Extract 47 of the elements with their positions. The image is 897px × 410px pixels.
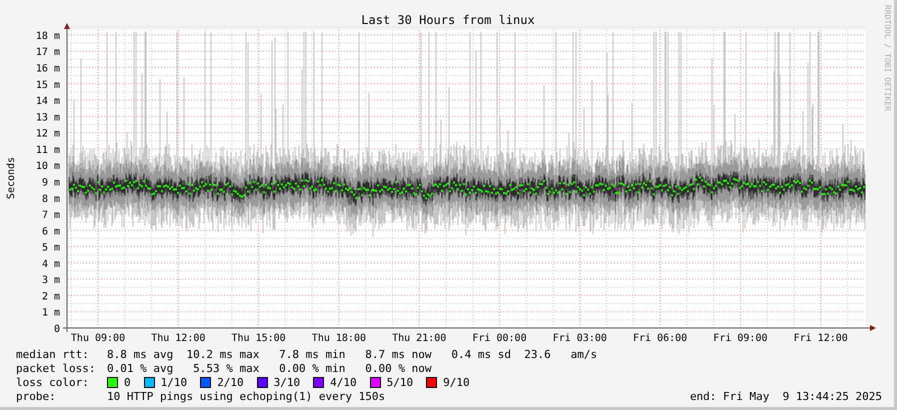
y-tick-label: 11 m (36, 144, 60, 156)
y-tick-label: 3 m (42, 275, 60, 286)
y-tick-label: 5 m (42, 242, 60, 254)
legend-label: probe: (16, 390, 57, 402)
x-tick-label: Fri 03:00 (552, 333, 607, 344)
y-tick-label: 8 m (42, 194, 60, 205)
legend-value: 0.01 % avg 5.53 % max 0.00 % min 0.00 % now (107, 362, 432, 374)
y-tick-label: 4 m (42, 258, 60, 270)
x-tick-label: Fri 12:00 (794, 333, 848, 344)
y-tick-label: 7 m (42, 210, 60, 222)
legend-label: packet loss: (16, 362, 96, 374)
x-tick-label: Thu 12:00 (151, 333, 206, 344)
loss-level-label: 4/10 (330, 376, 357, 388)
x-tick-label: Fri 00:00 (472, 333, 527, 344)
y-tick-label: 6 m (42, 226, 60, 238)
x-tick-label: Fri 09:00 (713, 333, 768, 344)
axis-label: Seconds (6, 156, 17, 200)
y-tick-label: 10 m (36, 161, 60, 172)
end-time: end: Fri May 9 13:44:25 2025 (690, 390, 882, 402)
legend-value: 8.8 ms avg 10.2 ms max 7.8 ms min 8.7 ms now 0.4 ms sd 23.6 am/s (107, 348, 598, 360)
x-tick-label: Fri 06:00 (633, 333, 688, 344)
y-tick-label: 9 m (42, 177, 60, 188)
y-tick-label: 2 m (42, 291, 60, 302)
loss-level-label: 9/10 (443, 376, 470, 388)
loss-level-label: 2/10 (217, 376, 244, 388)
legend-label: loss color: (16, 376, 90, 388)
loss-level-label: 1/10 (160, 376, 188, 388)
chart-title: Last 30 Hours from linux (361, 13, 535, 27)
y-tick-label: 18 m (36, 30, 60, 42)
legend-value: 10 HTTP pings using echoping(1) every 150s (107, 390, 386, 402)
x-tick-label: Thu 21:00 (392, 333, 446, 344)
x-tick-label: Thu 15:00 (232, 333, 286, 344)
y-tick-label: 12 m (36, 128, 60, 140)
y-tick-label: 16 m (36, 64, 60, 75)
x-tick-label: Thu 09:00 (70, 333, 126, 344)
x-tick-label: Thu 18:00 (312, 333, 366, 344)
loss-level-label: 3/10 (274, 376, 300, 388)
y-tick-label: 17 m (36, 47, 60, 58)
y-tick-label: 14 m (36, 96, 60, 108)
legend-label: median rtt: (16, 348, 90, 360)
y-tick-label: 15 m (36, 80, 60, 91)
loss-level-label: 5/10 (386, 376, 414, 388)
y-tick-label: 13 m (36, 112, 60, 124)
y-tick-label: 0 (54, 324, 60, 335)
credit-text: RRDTOOL / TOBI OETIKER (883, 5, 892, 111)
y-tick-label: 1 m (42, 308, 60, 319)
loss-level-label: 0 (124, 376, 131, 388)
